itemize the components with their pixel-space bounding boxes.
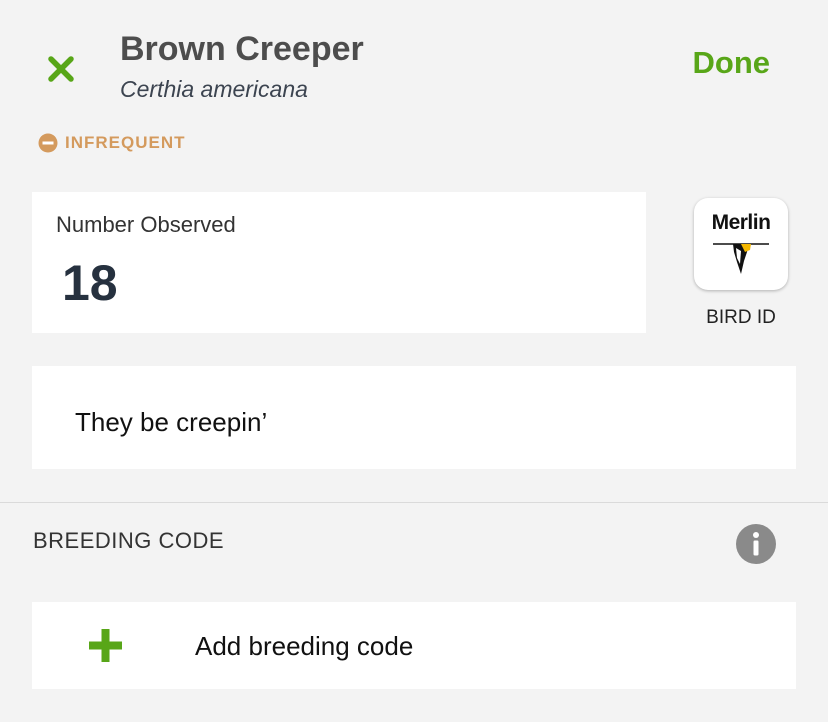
number-observed-label: Number Observed xyxy=(56,212,236,237)
close-button[interactable] xyxy=(40,48,82,90)
merlin-bird-icon xyxy=(713,243,769,274)
breeding-code-header: BREEDING CODE xyxy=(33,528,225,553)
close-x-icon xyxy=(48,56,74,82)
number-observed-value[interactable]: 18 xyxy=(62,254,118,312)
merlin-logo-text: Merlin xyxy=(711,211,771,234)
section-divider xyxy=(0,502,828,503)
add-breeding-code-button[interactable]: Add breeding code xyxy=(32,602,796,689)
minus-circle-icon xyxy=(38,133,58,153)
frequency-badge: INFREQUENT xyxy=(38,133,186,153)
species-scientific-name: Certhia americana xyxy=(120,76,308,102)
add-breeding-code-label: Add breeding code xyxy=(195,631,414,661)
info-icon xyxy=(736,524,776,564)
bird-id-label: BIRD ID xyxy=(706,307,776,328)
species-detail-screen: Brown Creeper Certhia americana Done INF… xyxy=(0,0,828,722)
comments-text[interactable]: They be creepin’ xyxy=(75,407,267,438)
comments-field[interactable]: They be creepin’ xyxy=(32,366,796,469)
plus-icon xyxy=(89,629,122,662)
breeding-info-button[interactable] xyxy=(736,524,776,564)
done-button[interactable]: Done xyxy=(693,45,771,81)
species-common-name: Brown Creeper xyxy=(120,30,364,68)
frequency-label: INFREQUENT xyxy=(65,133,186,152)
number-observed-field[interactable]: Number Observed 18 xyxy=(32,192,646,333)
merlin-bird-id-button[interactable]: Merlin xyxy=(694,198,788,290)
